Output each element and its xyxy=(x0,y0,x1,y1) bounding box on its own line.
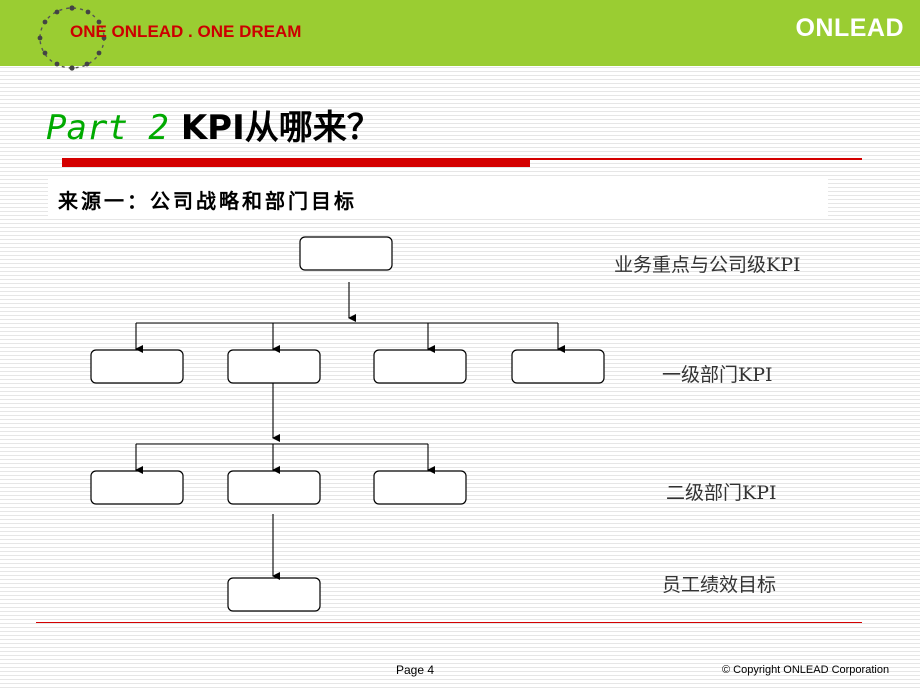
level-label-dept2: 二级部门KPI xyxy=(666,482,777,504)
dept1-box-1 xyxy=(90,349,184,384)
level-label-company: 业务重点与公司级KPI xyxy=(614,254,801,276)
level-label-employee: 员工绩效目标 xyxy=(662,574,777,596)
dept2-box-1 xyxy=(90,470,184,505)
dept1-box-3 xyxy=(373,349,467,384)
footer-divider xyxy=(36,622,862,623)
employee-box xyxy=(227,577,321,612)
dept1-box-4 xyxy=(511,349,605,384)
page-number: Page 4 xyxy=(396,663,435,677)
dept2-box-3 xyxy=(373,470,467,505)
org-kpi-diagram xyxy=(90,236,605,612)
copyright-text: © Copyright ONLEAD Corporation xyxy=(722,664,890,676)
level-label-dept1: 一级部门KPI xyxy=(662,364,773,386)
dept2-box-2 xyxy=(227,470,321,505)
company-kpi-box xyxy=(299,236,393,271)
dept1-box-2 xyxy=(227,349,321,384)
